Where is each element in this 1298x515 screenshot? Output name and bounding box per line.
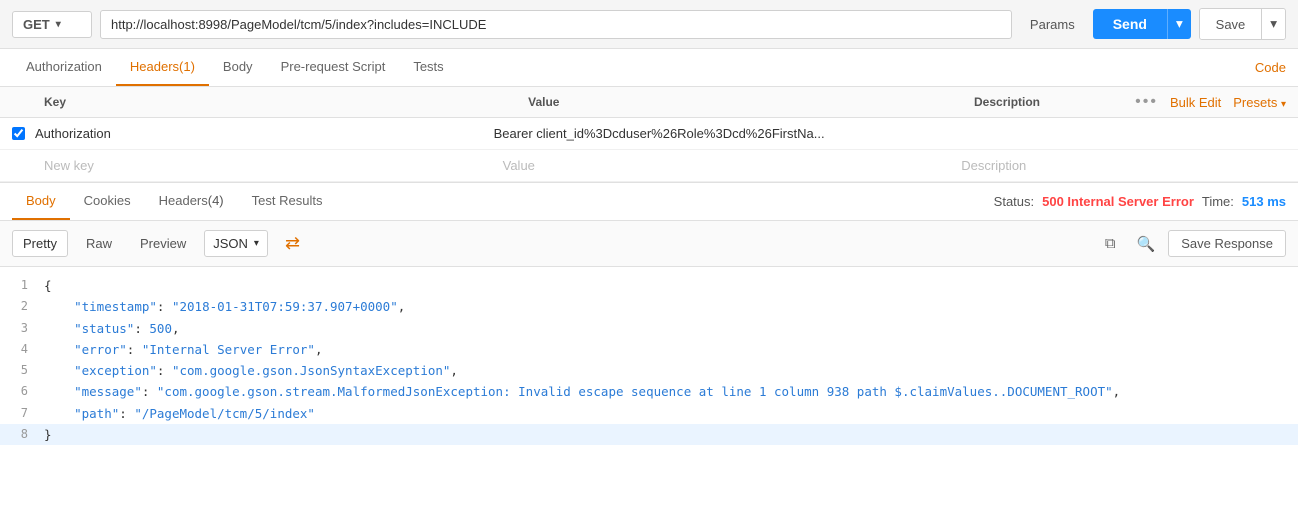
- code-line-3: 3 "status": 500,: [0, 318, 1298, 339]
- request-tabs: Authorization Headers(1) Body Pre-reques…: [0, 49, 1298, 87]
- copy-icon[interactable]: ⧉: [1096, 230, 1124, 258]
- pretty-button[interactable]: Pretty: [12, 230, 68, 257]
- headers-table-header: Key Value Description ••• Bulk Edit Pres…: [0, 87, 1298, 118]
- header-checkbox[interactable]: [12, 127, 25, 140]
- tab-authorization[interactable]: Authorization: [12, 49, 116, 86]
- presets-button[interactable]: Presets ▾: [1233, 95, 1286, 110]
- tab-pre-request[interactable]: Pre-request Script: [267, 49, 400, 86]
- url-input[interactable]: [100, 10, 1012, 39]
- new-key-input[interactable]: New key: [44, 158, 503, 173]
- method-chevron: ▾: [56, 19, 61, 30]
- col-key-header: Key: [44, 95, 528, 109]
- code-line-8: 8 }: [0, 424, 1298, 445]
- tab-headers[interactable]: Headers(1): [116, 49, 209, 86]
- header-value[interactable]: Bearer client_id%3Dcduser%26Role%3Dcd%26…: [494, 126, 953, 141]
- new-value-input[interactable]: Value: [503, 158, 962, 173]
- tab-response-headers[interactable]: Headers(4): [145, 183, 238, 220]
- time-label: Time:: [1202, 194, 1234, 209]
- col-value-header: Value: [528, 95, 974, 109]
- send-dropdown[interactable]: ▾: [1167, 9, 1191, 39]
- header-row: Authorization Bearer client_id%3Dcduser%…: [0, 118, 1298, 150]
- status-label: Status:: [994, 194, 1034, 209]
- format-select[interactable]: JSON ▾: [204, 230, 268, 257]
- tab-response-cookies[interactable]: Cookies: [70, 183, 145, 220]
- save-button-group: Save ▾: [1199, 8, 1286, 40]
- response-toolbar: Pretty Raw Preview JSON ▾ ⇄ ⧉ 🔍 Save Res…: [0, 221, 1298, 267]
- save-button[interactable]: Save: [1200, 9, 1262, 39]
- code-viewer: 1 { 2 "timestamp": "2018-01-31T07:59:37.…: [0, 267, 1298, 467]
- more-options[interactable]: •••: [1135, 93, 1158, 111]
- code-line-2: 2 "timestamp": "2018-01-31T07:59:37.907+…: [0, 296, 1298, 317]
- status-bar: Status: 500 Internal Server Error Time: …: [994, 194, 1286, 209]
- code-line-7: 7 "path": "/PageModel/tcm/5/index": [0, 403, 1298, 424]
- code-line-1: 1 {: [0, 275, 1298, 296]
- response-section: Body Cookies Headers(4) Test Results Sta…: [0, 182, 1298, 467]
- code-line-6: 6 "message": "com.google.gson.stream.Mal…: [0, 381, 1298, 402]
- save-response-button[interactable]: Save Response: [1168, 230, 1286, 257]
- wrap-button[interactable]: ⇄: [276, 227, 309, 260]
- status-code: 500 Internal Server Error: [1042, 194, 1194, 209]
- raw-button[interactable]: Raw: [76, 231, 122, 256]
- method-select[interactable]: GET ▾: [12, 11, 92, 38]
- code-line-4: 4 "error": "Internal Server Error",: [0, 339, 1298, 360]
- code-line-5: 5 "exception": "com.google.gson.JsonSynt…: [0, 360, 1298, 381]
- tab-test-results[interactable]: Test Results: [238, 183, 337, 220]
- method-label: GET: [23, 17, 50, 32]
- save-dropdown[interactable]: ▾: [1261, 9, 1285, 39]
- header-key[interactable]: Authorization: [35, 126, 494, 141]
- response-tabs-bar: Body Cookies Headers(4) Test Results Sta…: [0, 183, 1298, 221]
- col-description-header: Description: [974, 95, 1135, 109]
- search-icon[interactable]: 🔍: [1132, 230, 1160, 258]
- header-actions: ••• Bulk Edit Presets ▾: [1135, 93, 1286, 111]
- time-value: 513 ms: [1242, 194, 1286, 209]
- bulk-edit-button[interactable]: Bulk Edit: [1170, 95, 1221, 110]
- tab-body[interactable]: Body: [209, 49, 267, 86]
- tab-tests[interactable]: Tests: [399, 49, 457, 86]
- tab-response-body[interactable]: Body: [12, 183, 70, 220]
- new-desc-input[interactable]: Description: [961, 158, 1286, 173]
- params-button[interactable]: Params: [1020, 11, 1085, 38]
- send-button[interactable]: Send: [1093, 9, 1167, 39]
- code-link[interactable]: Code: [1255, 50, 1286, 85]
- new-header-row: New key Value Description: [0, 150, 1298, 182]
- send-button-group: Send ▾: [1093, 9, 1191, 39]
- preview-button[interactable]: Preview: [130, 231, 196, 256]
- top-bar: GET ▾ Params Send ▾ Save ▾: [0, 0, 1298, 49]
